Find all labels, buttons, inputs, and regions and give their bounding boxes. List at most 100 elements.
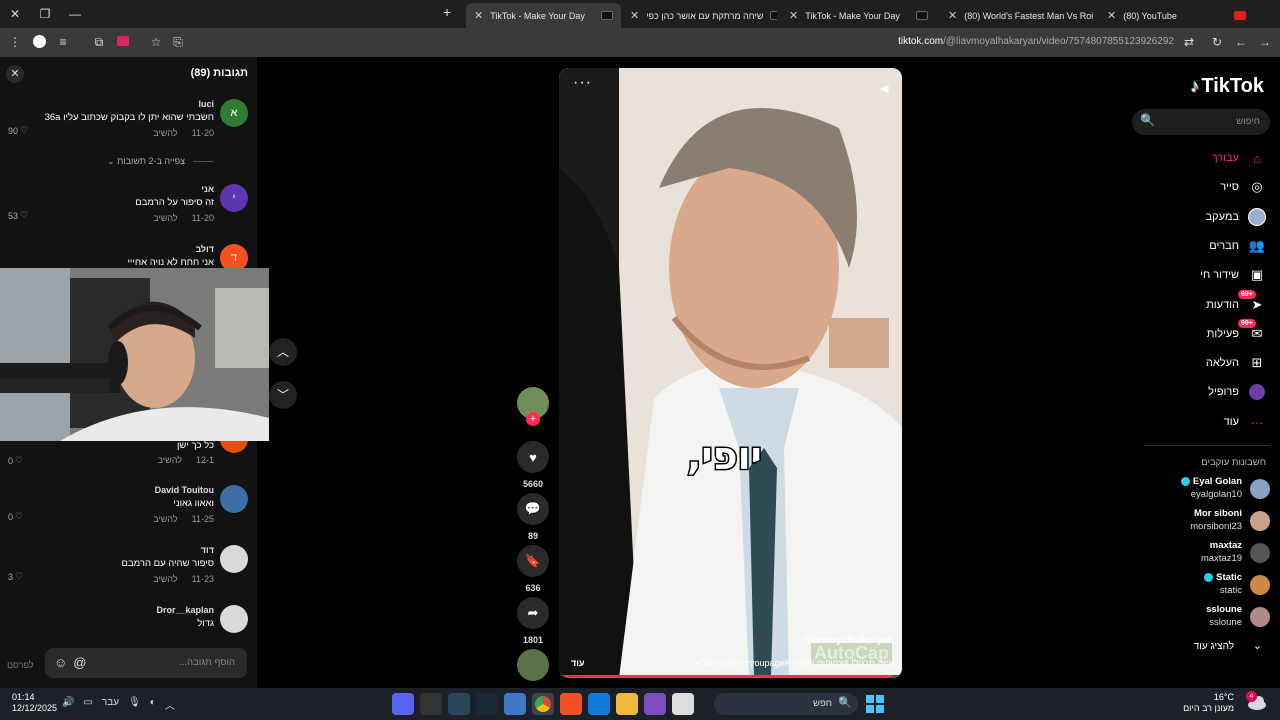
- following-account[interactable]: Mor siboni morsiboni23: [1140, 508, 1270, 536]
- video-options-icon[interactable]: ···: [573, 74, 592, 92]
- search-input[interactable]: חיפוש 🔍: [1132, 109, 1270, 135]
- store-icon[interactable]: [560, 693, 582, 715]
- photos-icon[interactable]: [504, 693, 526, 715]
- comment-username[interactable]: אני: [201, 184, 214, 194]
- search-icon[interactable]: 🔍: [1140, 113, 1155, 127]
- following-account[interactable]: maxtaz maxtaz19: [1140, 540, 1270, 568]
- app-icon[interactable]: [672, 693, 694, 715]
- weather-widget[interactable]: 16°C מעונן רב היום: [1183, 692, 1234, 714]
- tab-youtube-1[interactable]: ✕ (80) World's Fastest Man Vs Roi: [940, 3, 1095, 28]
- tab-tiktok-active[interactable]: ✕ TikTok - Make Your Day: [466, 3, 621, 28]
- sidebar-item-explore[interactable]: ◎ סייר: [1220, 177, 1266, 197]
- like-button[interactable]: ♥ 5660: [515, 441, 551, 489]
- close-tab-icon[interactable]: ✕: [630, 9, 639, 22]
- minimize-window-icon[interactable]: —: [60, 0, 90, 28]
- like-comment-button[interactable]: 0 ♡: [8, 511, 23, 522]
- forward-icon[interactable]: →: [1258, 35, 1272, 49]
- follow-plus-icon[interactable]: +: [526, 412, 540, 426]
- close-tab-icon[interactable]: ✕: [474, 9, 483, 22]
- previous-video-button[interactable]: ︿: [269, 338, 297, 366]
- edge-icon[interactable]: [588, 693, 610, 715]
- tab-tiktok-2[interactable]: ✕ שיחה מרתקת עם אושר כהן כפי: [622, 3, 777, 28]
- tab-tiktok-3[interactable]: ✕ TikTok - Make Your Day: [781, 3, 936, 28]
- avatar[interactable]: [220, 485, 248, 513]
- video-progress-bar[interactable]: [559, 675, 902, 678]
- post-comment-button[interactable]: לפרסם: [7, 660, 34, 670]
- comment-username[interactable]: David Touitou: [155, 485, 214, 495]
- avatar[interactable]: א: [220, 99, 248, 127]
- menu-dots-icon[interactable]: ⋮: [8, 35, 22, 49]
- tab-youtube-2[interactable]: ✕ (80) YouTube: [1099, 3, 1254, 28]
- chevron-up-icon[interactable]: ︿: [165, 697, 175, 712]
- close-tab-icon[interactable]: ✕: [948, 9, 957, 22]
- app-icon[interactable]: [448, 693, 470, 715]
- reply-button[interactable]: להשיב: [153, 128, 177, 138]
- reply-button[interactable]: להשיב: [153, 574, 177, 584]
- reply-button[interactable]: להשיב: [153, 514, 177, 524]
- following-account[interactable]: Static static: [1140, 572, 1270, 600]
- sidebar-item-friends[interactable]: 👥 חברים: [1209, 236, 1266, 256]
- windows-start-icon[interactable]: [866, 695, 884, 713]
- sidebar-item-following[interactable]: במעקב: [1206, 207, 1266, 227]
- like-comment-button[interactable]: 3 ♡: [8, 571, 23, 582]
- back-icon[interactable]: ←: [1234, 35, 1248, 49]
- reply-button[interactable]: להשיב: [153, 213, 177, 223]
- site-settings-icon[interactable]: ⇄: [1182, 35, 1196, 49]
- language-indicator[interactable]: עבר: [102, 697, 119, 712]
- reply-button[interactable]: להשיב: [158, 455, 182, 465]
- recording-extension-icon[interactable]: [116, 35, 130, 49]
- mention-icon[interactable]: @: [73, 655, 86, 670]
- app-tray-icon[interactable]: ◐: [150, 697, 156, 712]
- save-button[interactable]: 🔖 636: [515, 545, 551, 593]
- new-tab-button[interactable]: +: [443, 4, 451, 20]
- sidebar-item-live[interactable]: ▣ שידור חי: [1200, 265, 1266, 285]
- avatar[interactable]: [220, 545, 248, 573]
- like-comment-button[interactable]: 53 ♡: [8, 210, 28, 221]
- close-tab-icon[interactable]: ✕: [789, 9, 798, 22]
- media-control-icon[interactable]: ≡: [56, 35, 70, 49]
- sidebar-item-for-you[interactable]: ⌂ עבורך: [1212, 148, 1266, 168]
- clock[interactable]: 01:14 12/12/2025: [12, 692, 57, 714]
- following-account[interactable]: Eyal Golan eyalgolan10: [1140, 476, 1270, 504]
- reload-icon[interactable]: ↻: [1210, 35, 1224, 49]
- comment-input[interactable]: הוסף תגובה... ☺ @: [45, 648, 247, 678]
- like-comment-button[interactable]: 0 ♡: [8, 455, 23, 466]
- close-window-icon[interactable]: ✕: [0, 0, 30, 28]
- extensions-icon[interactable]: ⧉: [92, 35, 106, 49]
- profile-icon[interactable]: [32, 35, 46, 49]
- chrome-icon[interactable]: [532, 693, 554, 715]
- comment-username[interactable]: luci: [198, 99, 214, 109]
- more-description-button[interactable]: עוד: [571, 658, 585, 668]
- sidebar-item-activity[interactable]: ✉ 99+ פעילות: [1207, 319, 1266, 344]
- share-button[interactable]: ➦ 1801: [515, 597, 551, 645]
- address-bar[interactable]: tiktok.com/@liavmoyalhakaryan/video/7574…: [898, 36, 1174, 47]
- close-comments-icon[interactable]: ✕: [6, 65, 24, 83]
- following-account[interactable]: ssloune ssloune: [1140, 604, 1270, 632]
- emoji-icon[interactable]: ☺: [54, 655, 67, 670]
- comment-username[interactable]: Dror__kaplan: [156, 605, 214, 615]
- app-icon[interactable]: [644, 693, 666, 715]
- obs-icon[interactable]: [420, 693, 442, 715]
- taskbar-search[interactable]: חפש 🔍: [714, 693, 858, 715]
- avatar[interactable]: [220, 605, 248, 633]
- tiktok-logo[interactable]: ♪ TikTok: [1190, 75, 1264, 98]
- comment-username[interactable]: דוד: [201, 545, 214, 555]
- steam-icon[interactable]: [476, 693, 498, 715]
- comment-button[interactable]: 💬 89: [515, 493, 551, 541]
- install-app-icon[interactable]: ⎘: [171, 35, 185, 49]
- comment-username[interactable]: דולב: [195, 244, 214, 254]
- restore-window-icon[interactable]: ❐: [30, 0, 60, 28]
- volume-icon[interactable]: 🔊: [62, 697, 74, 712]
- avatar[interactable]: י: [220, 184, 248, 212]
- view-replies-button[interactable]: צפייה ב-2 תשובות ⌄: [107, 156, 213, 167]
- show-more-button[interactable]: להציג עוד: [1194, 641, 1234, 652]
- creator-avatar-button[interactable]: +: [515, 387, 551, 426]
- bookmark-star-icon[interactable]: ☆: [149, 35, 163, 49]
- chevron-down-icon[interactable]: ⌄: [1253, 639, 1262, 652]
- discord-icon[interactable]: [392, 693, 414, 715]
- sound-disc-button[interactable]: [515, 649, 551, 681]
- sidebar-item-upload[interactable]: ⊞ העלאה: [1206, 353, 1266, 373]
- sidebar-item-more[interactable]: ··· עוד: [1224, 412, 1266, 432]
- notification-badge[interactable]: 4: [1246, 691, 1257, 702]
- close-tab-icon[interactable]: ✕: [1107, 9, 1116, 22]
